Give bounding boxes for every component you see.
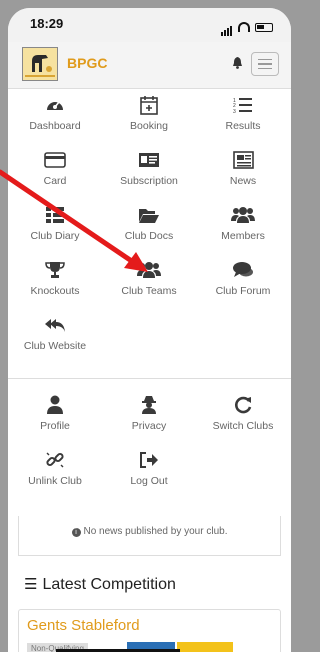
annotation-arrow (0, 169, 148, 272)
